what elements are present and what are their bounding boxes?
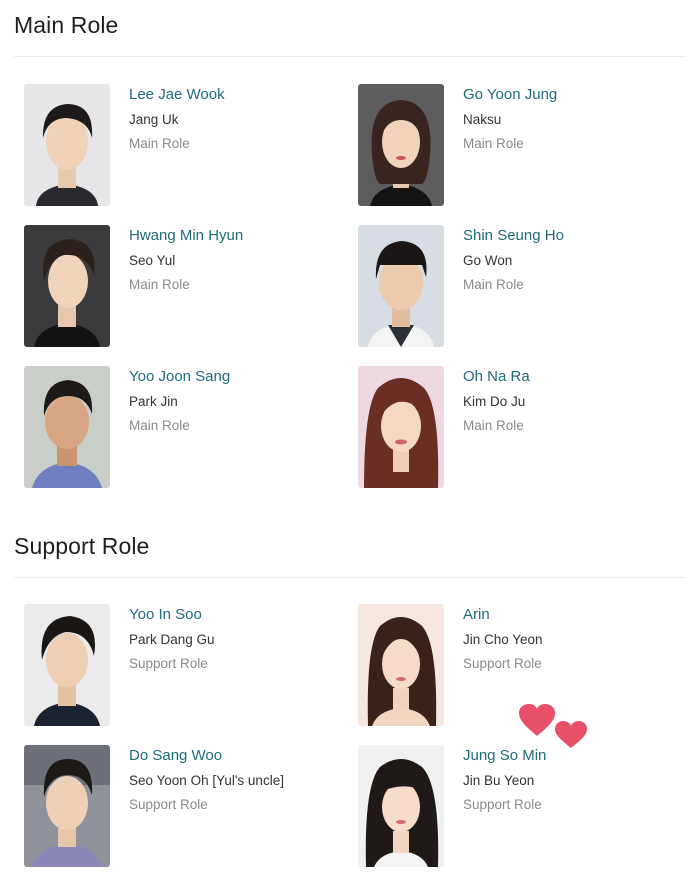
section-title-support-role: Support Role: [14, 533, 150, 559]
actor-name-link[interactable]: Yoo In Soo: [129, 606, 215, 624]
character-name: Go Won: [463, 253, 513, 268]
cast-card[interactable]: Yoo In Soo Park Dang Gu Support Role: [24, 604, 358, 745]
character-name: Park Jin: [129, 394, 178, 409]
actor-name-link[interactable]: Yoo Joon Sang: [129, 368, 230, 386]
cast-card[interactable]: Go Yoon Jung Naksu Main Role: [358, 84, 684, 225]
actor-name-link[interactable]: Do Sang Woo: [129, 747, 284, 765]
character-name: Jang Uk: [129, 112, 179, 127]
role-label: Main Role: [463, 418, 524, 433]
character-name: Park Dang Gu: [129, 632, 215, 647]
role-label: Main Role: [129, 418, 190, 433]
main-role-grid: Lee Jae Wook Jang Uk Main Role Go Yoon J…: [24, 84, 684, 507]
role-label: Support Role: [129, 797, 208, 812]
character-name: Naksu: [463, 112, 502, 127]
cast-card[interactable]: Shin Seung Ho Go Won Main Role: [358, 225, 684, 366]
cast-card[interactable]: Jung So Min Jin Bu Yeon Support Role: [358, 745, 684, 886]
character-name: Seo Yoon Oh [Yul's uncle]: [129, 773, 284, 788]
actor-photo[interactable]: [358, 225, 444, 347]
role-label: Support Role: [463, 656, 542, 671]
actor-photo[interactable]: [24, 225, 110, 347]
cast-card[interactable]: Lee Jae Wook Jang Uk Main Role: [24, 84, 358, 225]
cast-card[interactable]: Do Sang Woo Seo Yoon Oh [Yul's uncle] Su…: [24, 745, 358, 886]
character-name: Jin Cho Yeon: [463, 632, 543, 647]
role-label: Main Role: [463, 277, 524, 292]
hearts-icon: [519, 704, 591, 752]
actress-photo[interactable]: [358, 604, 444, 726]
cast-card[interactable]: Hwang Min Hyun Seo Yul Main Role: [24, 225, 358, 366]
role-label: Main Role: [129, 136, 190, 151]
actor-photo[interactable]: [24, 366, 110, 488]
cast-card[interactable]: Oh Na Ra Kim Do Ju Main Role: [358, 366, 684, 507]
actor-name-link[interactable]: Oh Na Ra: [463, 368, 530, 386]
actor-name-link[interactable]: Arin: [463, 606, 543, 624]
actress-photo[interactable]: [358, 84, 444, 206]
character-name: Jin Bu Yeon: [463, 773, 535, 788]
actor-name-link[interactable]: Go Yoon Jung: [463, 86, 557, 104]
character-name: Seo Yul: [129, 253, 176, 268]
actor-photo[interactable]: [24, 84, 110, 206]
section-divider: [14, 577, 686, 578]
section-title-main-role: Main Role: [14, 12, 119, 38]
actress-photo[interactable]: [358, 366, 444, 488]
role-label: Main Role: [463, 136, 524, 151]
actor-photo[interactable]: [24, 604, 110, 726]
actor-name-link[interactable]: Lee Jae Wook: [129, 86, 225, 104]
actress-photo[interactable]: [358, 745, 444, 867]
role-label: Support Role: [463, 797, 542, 812]
section-divider: [14, 56, 686, 57]
role-label: Main Role: [129, 277, 190, 292]
character-name: Kim Do Ju: [463, 394, 526, 409]
actor-name-link[interactable]: Hwang Min Hyun: [129, 227, 243, 245]
actor-name-link[interactable]: Shin Seung Ho: [463, 227, 564, 245]
cast-card[interactable]: Yoo Joon Sang Park Jin Main Role: [24, 366, 358, 507]
role-label: Support Role: [129, 656, 208, 671]
actor-photo[interactable]: [24, 745, 110, 867]
